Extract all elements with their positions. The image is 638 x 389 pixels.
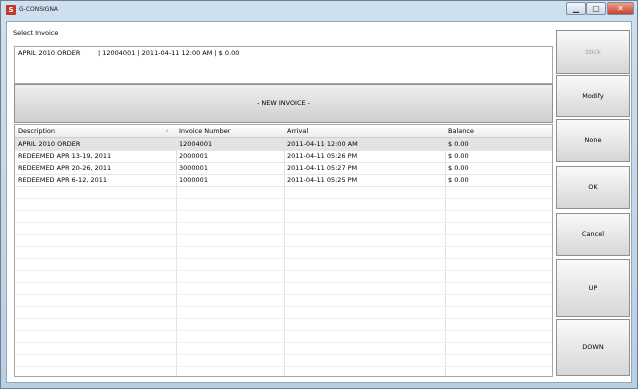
table-row[interactable]: REDEEMED APR 6-12, 2011 1000001 2011-04-… bbox=[15, 174, 552, 187]
grid-row-line bbox=[15, 234, 552, 235]
grid-row-line bbox=[15, 294, 552, 295]
grid-row-line bbox=[15, 198, 552, 199]
grid-row-line bbox=[15, 222, 552, 223]
column-header-balance[interactable]: Balance bbox=[448, 127, 474, 135]
selected-invoice-display: APRIL 2010 ORDER | 12004001 | 2011-04-11… bbox=[14, 46, 553, 84]
grid-row-line bbox=[15, 246, 552, 247]
grid-row-line bbox=[15, 318, 552, 319]
column-header-invoice-number[interactable]: Invoice Number bbox=[179, 127, 230, 135]
column-header-arrival[interactable]: Arrival bbox=[287, 127, 308, 135]
cancel-button[interactable]: Cancel bbox=[556, 213, 630, 256]
ok-button[interactable]: OK bbox=[556, 166, 630, 209]
cell-description: REDEEMED APR 6-12, 2011 bbox=[18, 176, 108, 184]
cell-arrival: 2011-04-11 12:00 AM bbox=[287, 140, 358, 148]
cell-balance: $ 0.00 bbox=[448, 176, 469, 184]
modify-button[interactable]: Modify bbox=[556, 75, 630, 117]
grid-row-line bbox=[15, 258, 552, 259]
grid-row-line bbox=[15, 282, 552, 283]
title-bar[interactable]: S G-CONSIGNA ▁ ▢ ✕ bbox=[1, 1, 637, 21]
cell-balance: $ 0.00 bbox=[448, 140, 469, 148]
app-icon: S bbox=[6, 5, 16, 15]
sort-ascending-icon: ⌟ bbox=[165, 126, 168, 133]
cell-balance: $ 0.00 bbox=[448, 152, 469, 160]
grid-row-line bbox=[15, 306, 552, 307]
cell-description: REDEEMED APR 20-26, 2011 bbox=[18, 164, 112, 172]
grid-header: Description ⌟ Invoice Number Arrival Bal… bbox=[15, 125, 552, 138]
invoice-grid[interactable]: Description ⌟ Invoice Number Arrival Bal… bbox=[14, 124, 553, 377]
stick-button[interactable]: Stick bbox=[556, 30, 630, 74]
selected-invoice-description: APRIL 2010 ORDER bbox=[18, 49, 81, 57]
minimize-button[interactable]: ▁ bbox=[566, 2, 586, 15]
select-invoice-label: Select Invoice bbox=[13, 29, 59, 37]
dialog-body: Select Invoice APRIL 2010 ORDER | 120040… bbox=[6, 21, 632, 383]
cell-invoice-number: 1000001 bbox=[179, 176, 208, 184]
cell-arrival: 2011-04-11 05:25 PM bbox=[287, 176, 358, 184]
cell-invoice-number: 3000001 bbox=[179, 164, 208, 172]
cell-balance: $ 0.00 bbox=[448, 164, 469, 172]
grid-row-line bbox=[15, 366, 552, 367]
cell-invoice-number: 12004001 bbox=[179, 140, 213, 148]
cell-description: APRIL 2010 ORDER bbox=[18, 140, 81, 148]
up-button[interactable]: UP bbox=[556, 259, 630, 317]
cell-description: REDEEMED APR 13-19, 2011 bbox=[18, 152, 112, 160]
cell-arrival: 2011-04-11 05:27 PM bbox=[287, 164, 358, 172]
close-button[interactable]: ✕ bbox=[607, 2, 634, 15]
selected-invoice-details: | 12004001 | 2011-04-11 12:00 AM | $ 0.0… bbox=[98, 49, 240, 57]
grid-row-line bbox=[15, 354, 552, 355]
grid-row-line bbox=[15, 342, 552, 343]
grid-row-line bbox=[15, 270, 552, 271]
grid-row-line bbox=[15, 210, 552, 211]
down-button[interactable]: DOWN bbox=[556, 319, 630, 376]
grid-row-line bbox=[15, 330, 552, 331]
cell-invoice-number: 2000001 bbox=[179, 152, 208, 160]
maximize-button[interactable]: ▢ bbox=[586, 2, 606, 15]
application-window: S G-CONSIGNA ▁ ▢ ✕ Select Invoice APRIL … bbox=[0, 0, 638, 389]
new-invoice-button[interactable]: - NEW INVOICE - bbox=[14, 84, 553, 123]
window-title: G-CONSIGNA bbox=[19, 6, 59, 13]
none-button[interactable]: None bbox=[556, 119, 630, 162]
column-header-description[interactable]: Description bbox=[18, 127, 55, 135]
cell-arrival: 2011-04-11 05:26 PM bbox=[287, 152, 358, 160]
